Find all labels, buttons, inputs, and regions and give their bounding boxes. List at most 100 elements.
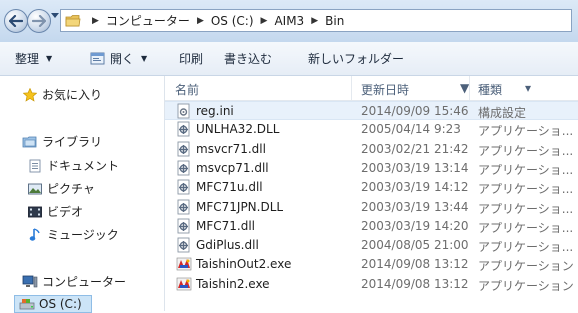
nav-label: ピクチャ	[47, 182, 95, 196]
breadcrumb-item-computer[interactable]: コンピューター	[106, 12, 190, 29]
file-date: 2003/03/19 14:12	[361, 180, 469, 195]
sort-dropdown-icon[interactable]: ▼	[460, 81, 469, 95]
file-name: TaishinOut2.exe	[196, 257, 292, 272]
computer-icon	[22, 274, 38, 290]
file-row[interactable]: MFC71JPN.DLL 2003/03/19 13:44 アプリケーショ...	[165, 198, 578, 217]
file-name: reg.ini	[196, 104, 234, 118]
dll-file-icon	[176, 199, 192, 215]
chevron-down-icon: ▼	[46, 54, 53, 63]
breadcrumb-separator-icon[interactable]: ▶	[261, 16, 268, 26]
column-divider[interactable]	[351, 76, 352, 100]
organize-label: 整理	[15, 52, 40, 66]
file-name: Taishin2.exe	[196, 276, 270, 291]
nav-item-music[interactable]: ミュージック	[27, 226, 119, 243]
file-date: 2005/04/14 9:23	[361, 122, 461, 137]
column-header-type[interactable]: 種類	[478, 81, 502, 98]
back-arrow-icon	[9, 15, 23, 27]
burn-label: 書き込む	[224, 52, 273, 66]
file-row[interactable]: reg.ini 2014/09/09 15:46 構成設定	[165, 101, 578, 120]
file-name: msvcp71.dll	[196, 160, 269, 175]
nav-item-pictures[interactable]: ピクチャ	[27, 180, 95, 197]
nav-label: OS (C:)	[39, 297, 82, 311]
breadcrumb-item-bin[interactable]: Bin	[325, 14, 344, 28]
column-header-name[interactable]: 名前	[175, 81, 199, 98]
file-type: アプリケーショ...	[478, 240, 574, 255]
file-row[interactable]: UNLHA32.DLL 2005/04/14 9:23 アプリケーショ...	[165, 120, 578, 139]
library-icon	[22, 134, 38, 150]
column-divider[interactable]	[469, 76, 470, 100]
file-row[interactable]: GdiPlus.dll 2004/08/05 21:00 アプリケーショ...	[165, 236, 578, 255]
dll-file-icon	[176, 179, 192, 195]
file-row[interactable]: Taishin2.exe 2014/09/08 13:12 アプリケーション	[165, 275, 578, 294]
ini-file-icon	[176, 103, 192, 119]
nav-label: お気に入り	[42, 88, 103, 102]
nav-item-computer[interactable]: コンピューター	[22, 273, 126, 290]
file-name: MFC71JPN.DLL	[196, 199, 284, 214]
file-date: 2003/03/19 14:20	[361, 218, 469, 233]
dll-file-icon	[176, 121, 192, 137]
dll-file-icon	[176, 141, 192, 157]
recent-pages-chevron-icon[interactable]	[51, 13, 59, 19]
file-name: MFC71.dll	[196, 218, 256, 233]
burn-button[interactable]: 書き込む	[224, 42, 272, 75]
file-row[interactable]: MFC71.dll 2003/03/19 14:20 アプリケーショ...	[165, 217, 578, 236]
breadcrumb-item-drive[interactable]: OS (C:)	[211, 14, 254, 28]
file-row[interactable]: msvcp71.dll 2003/03/19 13:14 アプリケーショ...	[165, 159, 578, 178]
file-date: 2014/09/09 15:46	[361, 104, 469, 118]
file-type: 構成設定	[478, 106, 527, 120]
file-list: 名前 更新日時 ▼ 種類 ▾ reg.ini 2014/09/09 15:46 構成…	[165, 76, 578, 311]
breadcrumb: ▶ コンピューター ▶ OS (C:) ▶ AIM3 ▶ Bin	[85, 10, 344, 31]
breadcrumb-item-aim3[interactable]: AIM3	[274, 14, 304, 28]
file-name: msvcr71.dll	[196, 141, 266, 156]
exe-app-icon	[176, 256, 192, 272]
nav-item-libraries[interactable]: ライブラリ	[22, 133, 102, 150]
file-date: 2003/03/19 13:14	[361, 160, 469, 175]
file-date: 2014/09/08 13:12	[361, 276, 469, 291]
file-date: 2004/08/05 21:00	[361, 238, 469, 253]
chevron-down-icon: ▼	[141, 54, 148, 63]
dll-file-icon	[176, 218, 192, 234]
navigation-pane: お気に入り ライブラリ ドキュメント ピクチャ ビデオ ミュージック コンピュー…	[0, 76, 165, 313]
file-type: アプリケーショ...	[478, 201, 574, 216]
dll-file-icon	[176, 160, 192, 176]
music-note-icon	[27, 227, 43, 243]
nav-label: ライブラリ	[42, 135, 103, 149]
file-name: GdiPlus.dll	[196, 238, 259, 253]
breadcrumb-separator-icon[interactable]: ▶	[311, 16, 318, 26]
forward-button[interactable]	[27, 9, 51, 33]
file-type: アプリケーション	[478, 259, 574, 274]
column-header-row: 名前 更新日時 ▼ 種類 ▾	[165, 76, 578, 101]
file-row[interactable]: TaishinOut2.exe 2014/09/08 13:12 アプリケーション	[165, 255, 578, 274]
command-toolbar: 整理 ▼ 開く ▼ 印刷 書き込む 新しいフォルダー	[0, 42, 578, 76]
breadcrumb-bar[interactable]: ▶ コンピューター ▶ OS (C:) ▶ AIM3 ▶ Bin	[60, 9, 572, 32]
nav-item-videos[interactable]: ビデオ	[27, 203, 83, 220]
back-button[interactable]	[4, 9, 28, 33]
file-row[interactable]: MFC71u.dll 2003/03/19 14:12 アプリケーショ...	[165, 178, 578, 197]
nav-label: ビデオ	[47, 205, 84, 219]
breadcrumb-separator-icon[interactable]: ▶	[92, 16, 99, 26]
file-date: 2014/09/08 13:12	[361, 257, 469, 272]
dll-file-icon	[176, 237, 192, 253]
file-type: アプリケーショ...	[478, 220, 574, 235]
print-label: 印刷	[179, 52, 204, 66]
breadcrumb-separator-icon[interactable]: ▶	[197, 16, 204, 26]
file-type: アプリケーショ...	[478, 124, 574, 139]
nav-label: コンピューター	[42, 275, 127, 289]
open-icon	[90, 52, 105, 64]
file-date: 2003/03/19 13:44	[361, 199, 469, 214]
exe-app-icon	[176, 276, 192, 292]
open-button[interactable]: 開く ▼	[90, 42, 147, 75]
organize-button[interactable]: 整理 ▼	[15, 42, 52, 75]
nav-item-os-drive[interactable]: OS (C:)	[14, 295, 92, 313]
print-button[interactable]: 印刷	[179, 42, 203, 75]
file-type: アプリケーショ...	[478, 162, 574, 177]
nav-item-favorites[interactable]: お気に入り	[22, 86, 102, 103]
new-folder-button[interactable]: 新しいフォルダー	[308, 42, 404, 75]
file-row[interactable]: msvcr71.dll 2003/02/21 21:42 アプリケーショ...	[165, 140, 578, 159]
star-icon	[22, 87, 38, 103]
nav-label: ドキュメント	[47, 159, 120, 173]
column-header-date[interactable]: 更新日時	[361, 81, 409, 98]
document-icon	[27, 158, 43, 174]
address-bar: ▶ コンピューター ▶ OS (C:) ▶ AIM3 ▶ Bin	[0, 0, 578, 43]
nav-item-documents[interactable]: ドキュメント	[27, 157, 119, 174]
